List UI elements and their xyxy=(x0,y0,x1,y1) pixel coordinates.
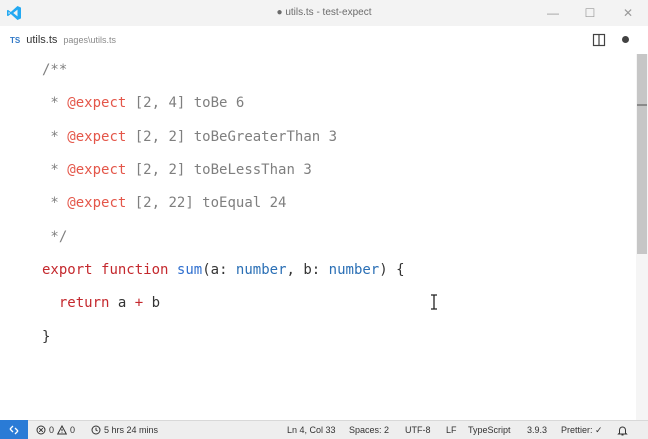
prettier-status[interactable]: Prettier: ✓ xyxy=(561,421,603,439)
vertical-scrollbar[interactable] xyxy=(636,54,648,420)
encoding-setting[interactable]: UTF-8 xyxy=(405,421,431,439)
code-line-6: */ xyxy=(42,229,68,245)
typescript-file-icon: TS xyxy=(10,35,21,45)
code-line-7: export function sum(a: number, b: number… xyxy=(42,262,405,278)
history-icon xyxy=(91,425,101,435)
code-line-3: * @expect [2, 2] toBeGreaterThan 3 xyxy=(42,129,338,145)
title-bar: ● utils.ts - test-expect — ☐ ✕ xyxy=(0,0,648,26)
indentation-setting[interactable]: Spaces: 2 xyxy=(349,421,389,439)
code-line-2: * @expect [2, 4] toBe 6 xyxy=(42,95,245,111)
error-count: 0 xyxy=(49,425,55,435)
code-line-1: /** xyxy=(42,62,68,78)
warning-icon xyxy=(57,425,68,435)
eol-setting[interactable]: LF xyxy=(446,421,457,439)
time-tracked-text: 5 hrs 24 mins xyxy=(104,425,159,435)
close-button[interactable]: ✕ xyxy=(608,0,648,26)
code-line-9: } xyxy=(42,329,51,345)
problems-indicator[interactable]: 0 0 xyxy=(36,421,75,439)
split-editor-icon[interactable] xyxy=(592,33,606,47)
language-mode[interactable]: TypeScript xyxy=(468,421,511,439)
text-cursor-icon xyxy=(431,294,437,310)
vscode-logo-icon xyxy=(7,6,21,20)
code-line-5: * @expect [2, 22] toEqual 24 xyxy=(42,195,287,211)
scrollbar-thumb[interactable] xyxy=(637,54,647,254)
unsaved-changes-dot-icon[interactable] xyxy=(622,36,629,43)
warning-count: 0 xyxy=(70,425,76,435)
time-tracker[interactable]: 5 hrs 24 mins xyxy=(91,421,158,439)
tab-filename: utils.ts xyxy=(26,34,58,46)
editor-tab-bar: TS utils.ts pages\utils.ts xyxy=(0,26,648,54)
code-line-4: * @expect [2, 2] toBeLessThan 3 xyxy=(42,162,312,178)
remote-indicator-button[interactable] xyxy=(0,420,28,439)
tab-utils-ts[interactable]: TS utils.ts pages\utils.ts xyxy=(10,26,116,54)
bell-icon xyxy=(617,426,628,435)
remote-icon xyxy=(9,425,19,435)
code-line-8: return a + b xyxy=(58,295,161,311)
maximize-button[interactable]: ☐ xyxy=(570,0,610,26)
cursor-position[interactable]: Ln 4, Col 33 xyxy=(287,421,336,439)
typescript-version[interactable]: 3.9.3 xyxy=(527,421,547,439)
tab-path: pages\utils.ts xyxy=(63,35,116,45)
code-editor[interactable]: /** * @expect [2, 4] toBe 6 * @expect [2… xyxy=(0,54,636,420)
minimize-button[interactable]: — xyxy=(533,0,573,26)
status-bar: 0 0 5 hrs 24 mins Ln 4, Col 33 Spaces: 2… xyxy=(0,420,648,439)
error-icon xyxy=(36,425,46,435)
notifications-bell[interactable] xyxy=(617,421,628,439)
cursor-line-marker xyxy=(637,104,647,106)
